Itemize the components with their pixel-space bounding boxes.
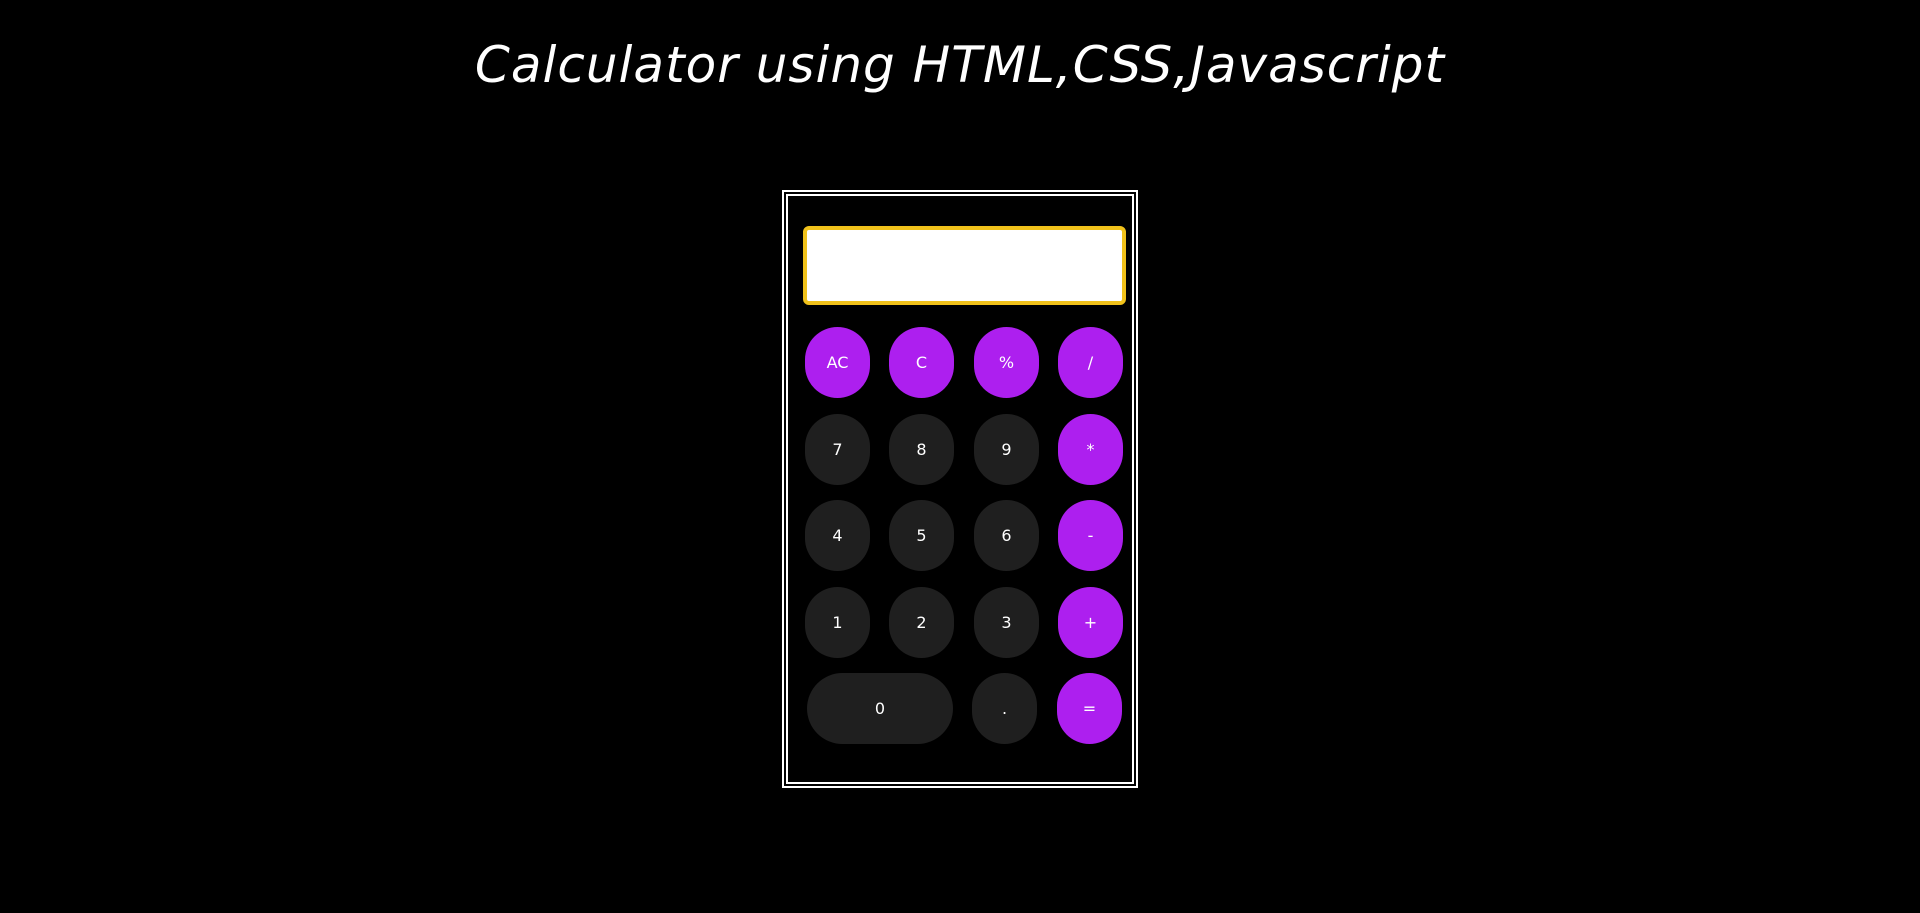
- clear-all-button[interactable]: AC: [805, 327, 870, 398]
- seven-button[interactable]: 7: [805, 414, 870, 485]
- zero-button[interactable]: 0: [807, 673, 953, 744]
- one-button[interactable]: 1: [805, 587, 870, 658]
- calculator-display[interactable]: [803, 226, 1126, 305]
- two-button[interactable]: 2: [889, 587, 954, 658]
- multiply-button[interactable]: *: [1058, 414, 1123, 485]
- decimal-button[interactable]: .: [972, 673, 1037, 744]
- three-button[interactable]: 3: [974, 587, 1039, 658]
- plus-button[interactable]: +: [1058, 587, 1123, 658]
- page-title: Calculator using HTML,CSS,Javascript: [474, 36, 1446, 94]
- six-button[interactable]: 6: [974, 500, 1039, 571]
- clear-button[interactable]: C: [889, 327, 954, 398]
- calculator: AC C % / 7 8 9 * 4 5 6 - 1 2 3 + 0 . =: [782, 190, 1138, 788]
- equals-button[interactable]: =: [1057, 673, 1122, 744]
- percent-button[interactable]: %: [974, 327, 1039, 398]
- minus-button[interactable]: -: [1058, 500, 1123, 571]
- eight-button[interactable]: 8: [889, 414, 954, 485]
- nine-button[interactable]: 9: [974, 414, 1039, 485]
- four-button[interactable]: 4: [805, 500, 870, 571]
- five-button[interactable]: 5: [889, 500, 954, 571]
- divide-button[interactable]: /: [1058, 327, 1123, 398]
